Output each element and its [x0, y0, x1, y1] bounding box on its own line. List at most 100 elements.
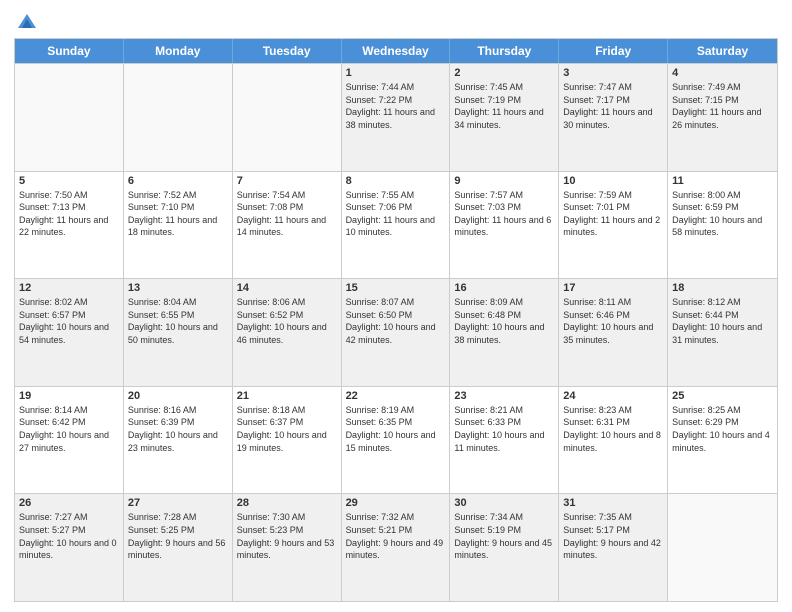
day-number: 14 — [237, 282, 337, 294]
day-number: 3 — [563, 67, 663, 79]
cal-cell-2-7: 11 Sunrise: 8:00 AMSunset: 6:59 PMDayligh… — [668, 172, 777, 279]
cell-detail: Sunrise: 7:35 AMSunset: 5:17 PMDaylight:… — [563, 511, 663, 561]
header-day-monday: Monday — [124, 39, 233, 63]
day-number: 12 — [19, 282, 119, 294]
cal-cell-1-3 — [233, 64, 342, 171]
header-day-friday: Friday — [559, 39, 668, 63]
day-number: 5 — [19, 175, 119, 187]
cal-cell-4-6: 24Sunrise: 8:23 AMSunset: 6:31 PMDayligh… — [559, 387, 668, 494]
cal-cell-4-1: 19Sunrise: 8:14 AMSunset: 6:42 PMDayligh… — [15, 387, 124, 494]
cell-detail: Sunrise: 8:11 AMSunset: 6:46 PMDaylight:… — [563, 296, 663, 346]
week-row-5: 26 Sunrise: 7:27 AMSunset: 5:27 PMDayligh… — [15, 493, 777, 601]
cal-cell-5-4: 29 Sunrise: 7:32 AMSunset: 5:21 PMDayligh… — [342, 494, 451, 601]
calendar-header: SundayMondayTuesdayWednesdayThursdayFrid… — [15, 39, 777, 63]
header — [14, 10, 778, 32]
header-day-sunday: Sunday — [15, 39, 124, 63]
day-number: 18 — [672, 282, 773, 294]
cal-cell-1-1 — [15, 64, 124, 171]
day-number: 25 — [672, 390, 773, 402]
cell-detail: Sunrise: 8:00 AMSunset: 6:59 PMDaylight:… — [672, 189, 773, 239]
cell-detail: Sunrise: 7:50 AMSunset: 7:13 PMDaylight:… — [19, 189, 119, 239]
cell-detail: Sunrise: 7:52 AMSunset: 7:10 PMDaylight:… — [128, 189, 228, 239]
week-row-2: 5 Sunrise: 7:50 AMSunset: 7:13 PMDaylight… — [15, 171, 777, 279]
logo — [14, 10, 38, 32]
calendar-body: 1Sunrise: 7:44 AMSunset: 7:22 PMDaylight… — [15, 63, 777, 601]
cal-cell-5-6: 31 Sunrise: 7:35 AMSunset: 5:17 PMDayligh… — [559, 494, 668, 601]
day-number: 23 — [454, 390, 554, 402]
cal-cell-1-6: 3 Sunrise: 7:47 AMSunset: 7:17 PMDaylight… — [559, 64, 668, 171]
day-number: 13 — [128, 282, 228, 294]
week-row-1: 1Sunrise: 7:44 AMSunset: 7:22 PMDaylight… — [15, 63, 777, 171]
day-number: 24 — [563, 390, 663, 402]
week-row-4: 19Sunrise: 8:14 AMSunset: 6:42 PMDayligh… — [15, 386, 777, 494]
cell-detail: Sunrise: 8:12 AMSunset: 6:44 PMDaylight:… — [672, 296, 773, 346]
cal-cell-4-2: 20Sunrise: 8:16 AMSunset: 6:39 PMDayligh… — [124, 387, 233, 494]
cell-detail: Sunrise: 7:47 AMSunset: 7:17 PMDaylight:… — [563, 81, 663, 131]
cal-cell-3-7: 18 Sunrise: 8:12 AMSunset: 6:44 PMDayligh… — [668, 279, 777, 386]
cell-detail: Sunrise: 8:25 AMSunset: 6:29 PMDaylight:… — [672, 404, 773, 454]
day-number: 11 — [672, 175, 773, 187]
cal-cell-4-5: 23 Sunrise: 8:21 AMSunset: 6:33 PMDayligh… — [450, 387, 559, 494]
cal-cell-5-2: 27Sunrise: 7:28 AMSunset: 5:25 PMDayligh… — [124, 494, 233, 601]
cal-cell-3-3: 14 Sunrise: 8:06 AMSunset: 6:52 PMDayligh… — [233, 279, 342, 386]
cell-detail: Sunrise: 7:27 AMSunset: 5:27 PMDaylight:… — [19, 511, 119, 561]
cell-detail: Sunrise: 8:19 AMSunset: 6:35 PMDaylight:… — [346, 404, 446, 454]
header-day-tuesday: Tuesday — [233, 39, 342, 63]
day-number: 10 — [563, 175, 663, 187]
cell-detail: Sunrise: 7:59 AMSunset: 7:01 PMDaylight:… — [563, 189, 663, 239]
day-number: 19 — [19, 390, 119, 402]
day-number: 29 — [346, 497, 446, 509]
cal-cell-4-3: 21 Sunrise: 8:18 AMSunset: 6:37 PMDayligh… — [233, 387, 342, 494]
header-day-saturday: Saturday — [668, 39, 777, 63]
cal-cell-3-4: 15 Sunrise: 8:07 AMSunset: 6:50 PMDayligh… — [342, 279, 451, 386]
cell-detail: Sunrise: 8:21 AMSunset: 6:33 PMDaylight:… — [454, 404, 554, 454]
cell-detail: Sunrise: 7:30 AMSunset: 5:23 PMDaylight:… — [237, 511, 337, 561]
cell-detail: Sunrise: 7:34 AMSunset: 5:19 PMDaylight:… — [454, 511, 554, 561]
cal-cell-5-3: 28 Sunrise: 7:30 AMSunset: 5:23 PMDayligh… — [233, 494, 342, 601]
cell-detail: Sunrise: 8:09 AMSunset: 6:48 PMDaylight:… — [454, 296, 554, 346]
cal-cell-2-4: 8 Sunrise: 7:55 AMSunset: 7:06 PMDaylight… — [342, 172, 451, 279]
day-number: 28 — [237, 497, 337, 509]
day-number: 27 — [128, 497, 228, 509]
cal-cell-2-6: 10 Sunrise: 7:59 AMSunset: 7:01 PMDayligh… — [559, 172, 668, 279]
cal-cell-2-5: 9 Sunrise: 7:57 AMSunset: 7:03 PMDaylight… — [450, 172, 559, 279]
day-number: 16 — [454, 282, 554, 294]
cal-cell-3-6: 17Sunrise: 8:11 AMSunset: 6:46 PMDayligh… — [559, 279, 668, 386]
cal-cell-3-1: 12Sunrise: 8:02 AMSunset: 6:57 PMDayligh… — [15, 279, 124, 386]
cal-cell-2-1: 5 Sunrise: 7:50 AMSunset: 7:13 PMDaylight… — [15, 172, 124, 279]
cell-detail: Sunrise: 7:57 AMSunset: 7:03 PMDaylight:… — [454, 189, 554, 239]
cell-detail: Sunrise: 7:54 AMSunset: 7:08 PMDaylight:… — [237, 189, 337, 239]
day-number: 22 — [346, 390, 446, 402]
cell-detail: Sunrise: 8:04 AMSunset: 6:55 PMDaylight:… — [128, 296, 228, 346]
day-number: 8 — [346, 175, 446, 187]
cal-cell-1-7: 4 Sunrise: 7:49 AMSunset: 7:15 PMDaylight… — [668, 64, 777, 171]
day-number: 20 — [128, 390, 228, 402]
cal-cell-1-4: 1Sunrise: 7:44 AMSunset: 7:22 PMDaylight… — [342, 64, 451, 171]
logo-icon — [16, 10, 38, 32]
cell-detail: Sunrise: 8:07 AMSunset: 6:50 PMDaylight:… — [346, 296, 446, 346]
day-number: 6 — [128, 175, 228, 187]
day-number: 31 — [563, 497, 663, 509]
cal-cell-2-2: 6 Sunrise: 7:52 AMSunset: 7:10 PMDaylight… — [124, 172, 233, 279]
cal-cell-1-5: 2Sunrise: 7:45 AMSunset: 7:19 PMDaylight… — [450, 64, 559, 171]
cal-cell-5-5: 30 Sunrise: 7:34 AMSunset: 5:19 PMDayligh… — [450, 494, 559, 601]
cell-detail: Sunrise: 8:06 AMSunset: 6:52 PMDaylight:… — [237, 296, 337, 346]
cal-cell-4-7: 25 Sunrise: 8:25 AMSunset: 6:29 PMDayligh… — [668, 387, 777, 494]
cell-detail: Sunrise: 8:18 AMSunset: 6:37 PMDaylight:… — [237, 404, 337, 454]
cal-cell-4-4: 22 Sunrise: 8:19 AMSunset: 6:35 PMDayligh… — [342, 387, 451, 494]
cal-cell-5-1: 26 Sunrise: 7:27 AMSunset: 5:27 PMDayligh… — [15, 494, 124, 601]
cal-cell-1-2 — [124, 64, 233, 171]
day-number: 7 — [237, 175, 337, 187]
cal-cell-5-7 — [668, 494, 777, 601]
day-number: 21 — [237, 390, 337, 402]
cell-detail: Sunrise: 7:32 AMSunset: 5:21 PMDaylight:… — [346, 511, 446, 561]
day-number: 30 — [454, 497, 554, 509]
day-number: 9 — [454, 175, 554, 187]
day-number: 4 — [672, 67, 773, 79]
cell-detail: Sunrise: 7:55 AMSunset: 7:06 PMDaylight:… — [346, 189, 446, 239]
cell-detail: Sunrise: 7:49 AMSunset: 7:15 PMDaylight:… — [672, 81, 773, 131]
day-number: 15 — [346, 282, 446, 294]
day-number: 26 — [19, 497, 119, 509]
cal-cell-2-3: 7 Sunrise: 7:54 AMSunset: 7:08 PMDaylight… — [233, 172, 342, 279]
day-number: 2 — [454, 67, 554, 79]
